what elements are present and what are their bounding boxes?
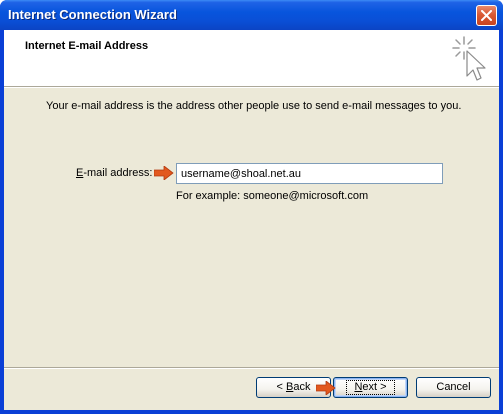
close-button[interactable] [476,5,497,26]
back-label-rest: ack [293,381,311,393]
page-title: Internet E-mail Address [25,40,149,52]
back-label-prefix: < [276,381,286,393]
close-icon [481,10,492,21]
next-label-rest: ext > [362,381,387,393]
wizard-window: Internet Connection Wizard Internet E-ma… [0,0,503,414]
red-arrow-icon [316,381,336,395]
email-field[interactable] [176,163,443,184]
example-hint: For example: someone@microsoft.com [176,190,369,202]
next-button[interactable]: Next > [333,377,408,398]
intro-text: Your e-mail address is the address other… [46,100,462,112]
email-address-label: E-mail address: [76,167,152,179]
dialog-body: Internet E-mail Address Your e-mail addr… [4,30,499,410]
wizard-sparkle-cursor-icon [452,36,486,81]
next-focus-ring: Next > [346,380,395,395]
cancel-button[interactable]: Cancel [416,377,491,398]
wizard-header: Internet E-mail Address [4,30,499,86]
title-bar[interactable]: Internet Connection Wizard [0,0,503,30]
email-label-text: -mail address: [83,167,153,179]
footer-divider-highlight [4,368,499,369]
header-divider-highlight [4,87,499,88]
red-arrow-icon [154,166,174,180]
window-title: Internet Connection Wizard [8,7,177,22]
